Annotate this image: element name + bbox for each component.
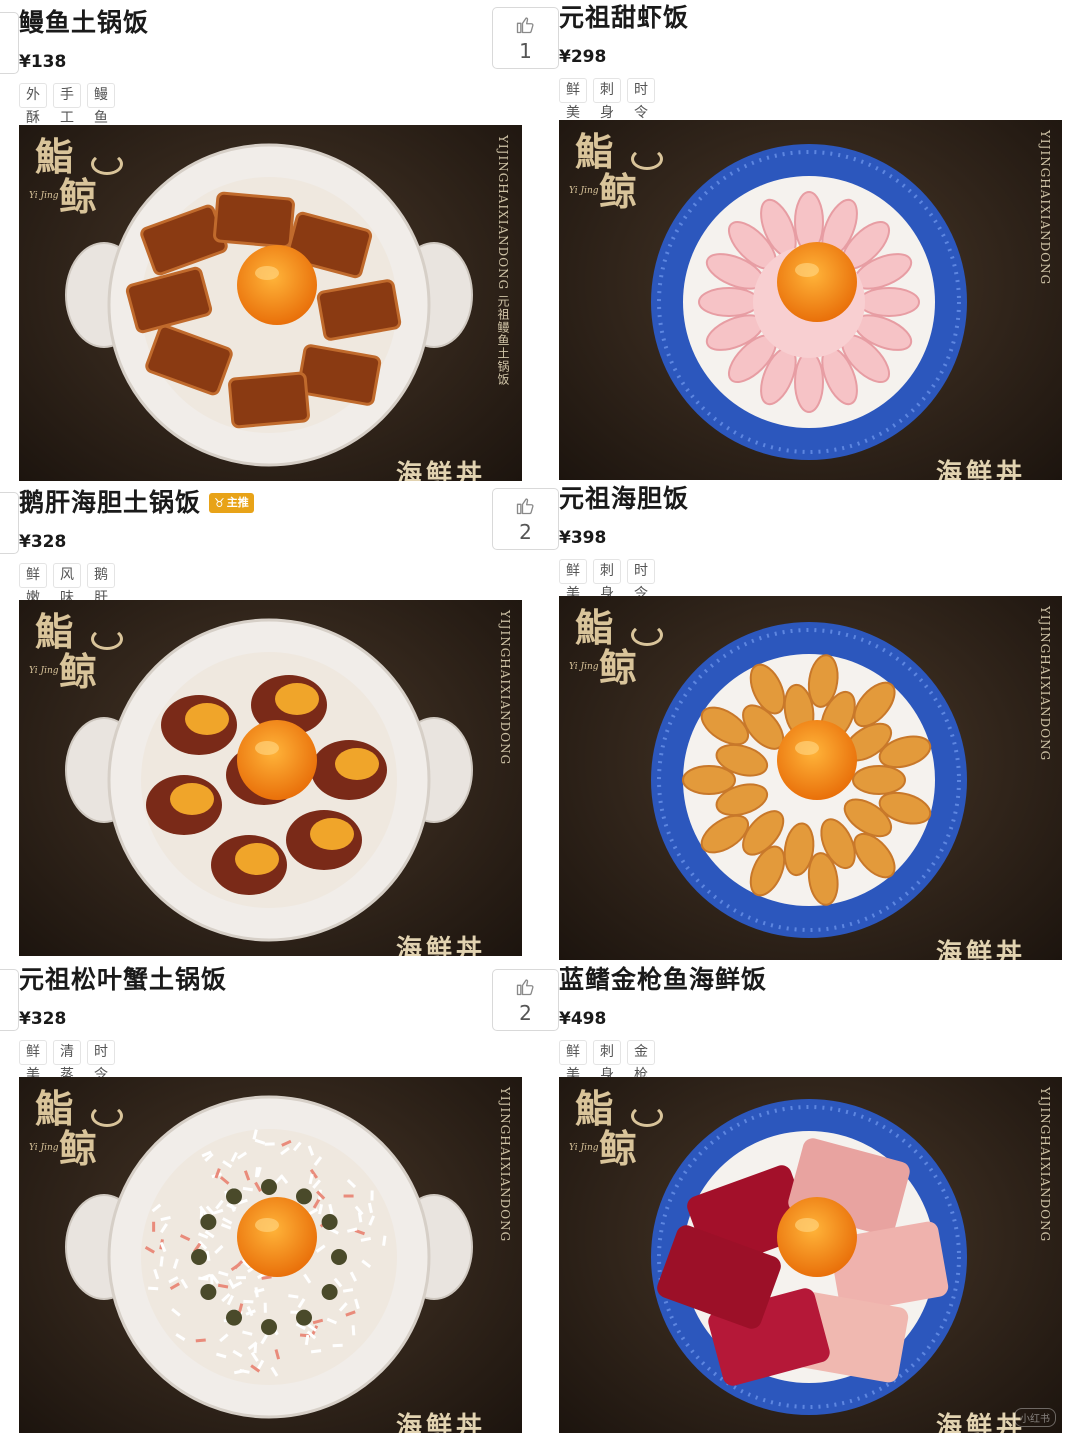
dish-tag: 时令海鲜 xyxy=(627,559,655,584)
dish-price: ¥498 xyxy=(559,1007,606,1031)
dish-name: 元祖海胆饭 xyxy=(559,482,689,516)
brand-logo: 鮨鲸 Yi Jing xyxy=(569,130,669,222)
dish-tag: 鲜美多汁 xyxy=(19,1040,47,1065)
dish-tags: 鲜美多汁 刺身 时令海鲜 xyxy=(559,78,655,103)
dish-name: 鳗鱼土锅饭 xyxy=(19,6,149,40)
watermark: 小红书 xyxy=(1014,1408,1056,1427)
dish-price: ¥138 xyxy=(19,50,66,74)
dish-tag: 外酥里嫩 xyxy=(19,83,47,108)
brand-vertical-text: YIJINGHAIXIANDONG xyxy=(1038,130,1052,285)
dish-tag: 鲜嫩多汁 xyxy=(19,563,47,588)
dish-name: 元祖甜虾饭 xyxy=(559,1,689,35)
brand-corner-text: 海鲜丼 xyxy=(936,1406,1026,1433)
dish-tag: 刺身 xyxy=(593,1040,621,1065)
brand-vertical-text: YIJINGHAIXIANDONG xyxy=(498,1087,512,1242)
like-count: 2 xyxy=(493,1001,558,1025)
like-count: 0 xyxy=(0,1001,18,1025)
brand-corner-text: 海鲜丼 xyxy=(936,933,1026,960)
thumbs-up-icon xyxy=(515,977,535,997)
dish-photo[interactable]: 鮨鲸 Yi Jing YIJINGHAIXIANDONG 海鲜丼 xyxy=(559,596,1062,960)
dish-photo[interactable]: 鮨鲸 Yi Jing YIJINGHAIXIANDONG 海鲜丼 xyxy=(19,600,522,956)
dish-tags: 鲜美多汁 刺身 金枪鱼 xyxy=(559,1040,655,1065)
brand-vertical-text: YIJINGHAIXIANDONG xyxy=(1038,1087,1052,1242)
dish-name: 鹅肝海胆土锅饭 ♉ 主推 xyxy=(19,486,254,520)
dish-tag: 鹅肝 xyxy=(87,563,115,588)
dish-tag: 鲜美多汁 xyxy=(559,559,587,584)
dish-photo-card[interactable]: 鮨鲸 Yi Jing YIJINGHAIXIANDONG 元祖鳗鱼土锅饭海鲜丼 xyxy=(19,125,522,481)
dish-tag: 手工制作 xyxy=(53,83,81,108)
dish-photo-card[interactable]: 鮨鲸 Yi Jing YIJINGHAIXIANDONG 海鲜丼 xyxy=(559,596,1062,960)
dish-photo-card[interactable]: 鮨鲸 Yi Jing YIJINGHAIXIANDONG 海鲜丼 xyxy=(19,600,522,956)
like-count: 2 xyxy=(493,520,558,544)
like-button[interactable]: 2 xyxy=(492,969,559,1031)
dish-price: ¥328 xyxy=(19,530,66,554)
dish-tags: 鲜美多汁 清蒸 时令海鲜 xyxy=(19,1040,115,1065)
brand-corner-text: 海鲜丼 xyxy=(396,929,486,956)
dish-photo-card[interactable]: 鮨鲸 Yi Jing YIJINGHAIXIANDONG 海鲜丼 xyxy=(559,120,1062,480)
dish-tag: 时令海鲜 xyxy=(627,78,655,103)
dish-tag: 刺身 xyxy=(593,559,621,584)
like-button[interactable]: 2 xyxy=(492,488,559,550)
dish-tag: 金枪鱼 xyxy=(627,1040,655,1065)
like-button[interactable]: 0 xyxy=(0,969,19,1031)
brand-logo: 鮨鲸 Yi Jing xyxy=(29,135,129,227)
dish-photo[interactable]: 鮨鲸 Yi Jing YIJINGHAIXIANDONG 元祖鳗鱼土锅饭海鲜丼 xyxy=(19,125,522,481)
dish-photo[interactable]: 鮨鲸 Yi Jing YIJINGHAIXIANDONG 海鲜丼 小红书 xyxy=(559,1077,1062,1433)
dish-tag: 鲜美多汁 xyxy=(559,78,587,103)
dish-name: 元祖松叶蟹土锅饭 xyxy=(19,963,227,997)
dish-price: ¥298 xyxy=(559,45,606,69)
brand-corner-text: 海鲜丼 xyxy=(396,454,486,481)
brand-logo: 鮨鲸 Yi Jing xyxy=(569,1087,669,1179)
dish-price: ¥328 xyxy=(19,1007,66,1031)
dish-tag: 鳗鱼 xyxy=(87,83,115,108)
brand-logo: 鮨鲸 Yi Jing xyxy=(29,1087,129,1179)
dish-photo[interactable]: 鮨鲸 Yi Jing YIJINGHAIXIANDONG 海鲜丼 xyxy=(559,120,1062,480)
brand-logo: 鮨鲸 Yi Jing xyxy=(29,610,129,702)
brand-corner-text: 海鲜丼 xyxy=(396,1406,486,1433)
brand-logo: 鮨鲸 Yi Jing xyxy=(569,606,669,698)
brand-vertical-text: YIJINGHAIXIANDONG xyxy=(1038,606,1052,761)
like-button[interactable]: 1 xyxy=(492,7,559,69)
dish-photo[interactable]: 鮨鲸 Yi Jing YIJINGHAIXIANDONG 海鲜丼 xyxy=(19,1077,522,1433)
thumbs-up-icon xyxy=(515,15,535,35)
thumbs-up-icon xyxy=(515,496,535,516)
dish-photo-card[interactable]: 鮨鲸 Yi Jing YIJINGHAIXIANDONG 海鲜丼 小红书 xyxy=(559,1077,1062,1433)
dish-tag: 时令海鲜 xyxy=(87,1040,115,1065)
like-count: 1 xyxy=(493,39,558,63)
like-count: 1 xyxy=(0,44,18,68)
dish-tag: 鲜美多汁 xyxy=(559,1040,587,1065)
recommend-badge: ♉ 主推 xyxy=(209,493,254,513)
like-button[interactable]: 1 xyxy=(0,492,19,554)
brand-vertical-text: YIJINGHAIXIANDONG 元祖鳗鱼土锅饭 xyxy=(495,135,512,386)
dish-photo-card[interactable]: 鮨鲸 Yi Jing YIJINGHAIXIANDONG 海鲜丼 xyxy=(19,1077,522,1433)
like-count: 1 xyxy=(0,524,18,548)
brand-corner-text: 海鲜丼 xyxy=(936,453,1026,480)
dish-name: 蓝鳍金枪鱼海鲜饭 xyxy=(559,963,767,997)
dish-tag: 风味油煎 xyxy=(53,563,81,588)
dish-tag: 刺身 xyxy=(593,78,621,103)
dish-price: ¥398 xyxy=(559,526,606,550)
dish-tags: 鲜美多汁 刺身 时令海鲜 xyxy=(559,559,655,584)
recommend-icon: ♉ xyxy=(214,486,225,520)
brand-vertical-text: YIJINGHAIXIANDONG xyxy=(498,610,512,765)
dish-tag: 清蒸 xyxy=(53,1040,81,1065)
dish-tags: 外酥里嫩 手工制作 鳗鱼 xyxy=(19,83,115,108)
dish-tags: 鲜嫩多汁 风味油煎 鹅肝 xyxy=(19,563,115,588)
like-button[interactable]: 1 xyxy=(0,12,19,74)
